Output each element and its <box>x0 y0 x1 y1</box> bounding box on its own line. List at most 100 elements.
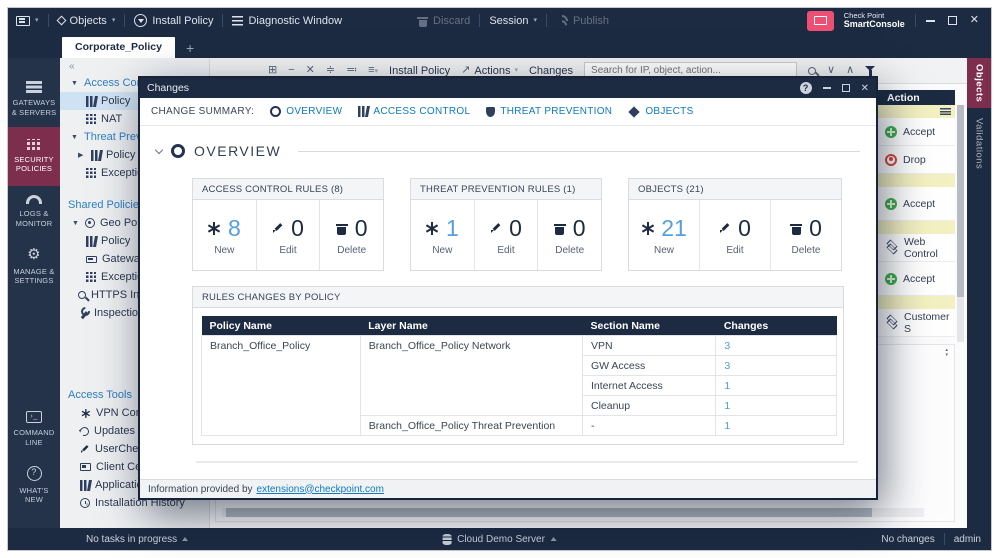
dialog-maximize-button[interactable] <box>842 84 850 92</box>
nat-icon <box>86 114 96 124</box>
sort-icon[interactable]: ▴▾ <box>945 348 948 358</box>
card-access-control-rules: ACCESS CONTROL RULES (8) 8 New 0 Edit 0 <box>192 178 384 271</box>
new-count-cell: 1 New <box>411 200 474 270</box>
search-icon[interactable] <box>808 67 816 75</box>
section-name-cell: Cleanup <box>583 396 716 416</box>
link-threat-prevention[interactable]: THREAT PREVENTION <box>486 106 612 117</box>
add-rule-above-icon[interactable]: ≑ <box>326 65 335 76</box>
changes-count-link[interactable]: 1 <box>716 376 837 396</box>
cube-icon <box>629 106 640 117</box>
edit-count-cell: 0 Edit <box>699 200 770 270</box>
link-objects[interactable]: OBJECTS <box>628 106 693 117</box>
install-policy-button[interactable]: Install Policy <box>134 14 213 27</box>
https-inspection-icon <box>78 291 86 299</box>
scrollbar-thumb[interactable] <box>226 508 872 517</box>
publish-button[interactable]: Publish <box>556 15 609 27</box>
collapse-panel-button[interactable]: « <box>60 58 209 74</box>
brand-text: Check Point SmartConsole <box>844 12 905 29</box>
search-prev-icon[interactable]: ∧ <box>846 65 854 76</box>
rule-action-cell[interactable]: Accept <box>878 187 955 221</box>
section-row[interactable] <box>878 296 955 309</box>
change-summary-label: CHANGE SUMMARY: <box>151 106 254 117</box>
changes-count-link[interactable]: 3 <box>716 356 837 376</box>
sidebar-item-logs-monitor[interactable]: LOGS & MONITOR <box>8 186 60 238</box>
change-summary-bar: CHANGE SUMMARY: OVERVIEW ACCESS CONTROL … <box>140 98 876 126</box>
help-button[interactable]: ? <box>800 82 812 94</box>
gauge-icon <box>26 195 42 204</box>
action-column: Action Accept Drop Accept Web Control <box>878 90 955 337</box>
tasks-status-label: No tasks in progress <box>86 534 177 545</box>
delete-count-cell: 0 Delete <box>319 200 383 270</box>
maximize-button[interactable] <box>948 16 957 25</box>
filter-icon[interactable] <box>865 65 877 77</box>
changes-count-link[interactable]: 1 <box>716 416 837 436</box>
col-layer-name: Layer Name <box>360 316 582 336</box>
section-row[interactable] <box>878 105 955 118</box>
sidebar-item-manage-settings[interactable]: ⚙ MANAGE & SETTINGS <box>8 238 60 296</box>
remove-rule-icon[interactable]: − <box>288 65 294 76</box>
tasks-status-button[interactable]: No tasks in progress <box>86 534 188 545</box>
caret-up-icon <box>551 537 557 541</box>
add-tab-button[interactable]: + <box>175 41 205 58</box>
rule-action-cell[interactable]: Accept <box>878 262 955 296</box>
minimize-button[interactable] <box>926 20 935 22</box>
exceptions-icon <box>86 272 96 282</box>
sidebar-item-label: SECURITY POLICIES <box>10 155 58 175</box>
diagnostic-window-button[interactable]: Diagnostic Window <box>232 15 342 27</box>
terminal-icon: ›_ <box>26 411 42 423</box>
extensions-link[interactable]: extensions@checkpoint.com <box>257 484 384 495</box>
drop-icon <box>885 154 897 166</box>
discard-button[interactable]: Discard <box>417 15 470 27</box>
link-access-control[interactable]: ACCESS CONTROL <box>358 106 470 117</box>
dialog-minimize-button[interactable] <box>823 87 831 89</box>
changes-count-link[interactable]: 1 <box>716 396 837 416</box>
add-rule-icon[interactable]: ⊞ <box>268 65 277 76</box>
menu-icon[interactable]: ≡▾ <box>368 65 378 76</box>
objects-menu-button[interactable]: Objects ▾ <box>58 15 116 27</box>
changes-toolbar-button[interactable]: Changes <box>529 65 573 77</box>
status-bar: No tasks in progress Cloud Demo Server N… <box>8 528 991 550</box>
add-rule-below-icon[interactable]: ≕ <box>346 65 357 76</box>
rule-action-cell[interactable]: Accept <box>878 118 955 146</box>
monitor-icon <box>814 16 827 25</box>
overview-section-header[interactable]: OVERVIEW <box>156 134 860 168</box>
sidebar-item-gateways-servers[interactable]: GATEWAYS & SERVERS <box>8 72 60 127</box>
rule-action-cell[interactable]: Customer S <box>878 309 955 337</box>
tab-corporate-policy[interactable]: Corporate_Policy <box>62 37 175 58</box>
servers-icon <box>26 81 42 93</box>
accept-icon <box>885 273 897 285</box>
dialog-footer: Information provided by extensions@check… <box>140 479 876 498</box>
accept-icon <box>885 198 897 210</box>
actions-menu-button[interactable]: ↗ Actions ▾ <box>461 65 518 77</box>
changes-count-link[interactable]: 3 <box>716 336 837 356</box>
tab-validations[interactable]: Validations <box>974 108 985 179</box>
session-menu-button[interactable]: Session ▾ <box>489 15 537 27</box>
rule-action-cell[interactable]: Drop <box>878 146 955 174</box>
chevron-down-icon: ▾ <box>35 17 39 24</box>
install-policy-toolbar-button[interactable]: Install Policy <box>389 65 450 77</box>
sidebar-item-command-line[interactable]: ›_ COMMAND LINE <box>8 402 60 457</box>
app-menu-button[interactable]: ▾ <box>16 16 39 26</box>
hamburger-icon[interactable] <box>940 108 951 115</box>
dialog-title-bar[interactable]: Changes ? ✕ <box>140 78 876 98</box>
vertical-scrollbar[interactable] <box>957 105 964 342</box>
new-count-cell: 8 New <box>193 200 256 270</box>
server-status-button[interactable]: Cloud Demo Server <box>442 534 557 545</box>
link-overview[interactable]: OVERVIEW <box>270 106 342 117</box>
section-row[interactable] <box>878 221 955 234</box>
tab-objects[interactable]: Objects <box>967 58 991 108</box>
section-name-cell: VPN <box>583 336 716 356</box>
rule-action-cell[interactable]: Web Control <box>878 234 955 262</box>
sidebar-item-whats-new[interactable]: ? WHAT'S NEW <box>8 457 60 515</box>
chevron-right-icon: ▶ <box>78 151 86 159</box>
chevron-down-icon: ▾ <box>514 67 518 74</box>
horizontal-scrollbar[interactable] <box>222 508 924 517</box>
sidebar-item-security-policies[interactable]: SECURITY POLICIES <box>8 127 60 187</box>
close-button[interactable]: ✕ <box>970 15 979 26</box>
diagnostic-window-label: Diagnostic Window <box>248 15 342 27</box>
search-next-icon[interactable]: ∨ <box>827 65 835 76</box>
dialog-close-button[interactable]: ✕ <box>861 83 869 94</box>
divider <box>124 14 125 27</box>
delete-icon[interactable]: ✕ <box>306 65 315 76</box>
section-row[interactable] <box>878 174 955 187</box>
